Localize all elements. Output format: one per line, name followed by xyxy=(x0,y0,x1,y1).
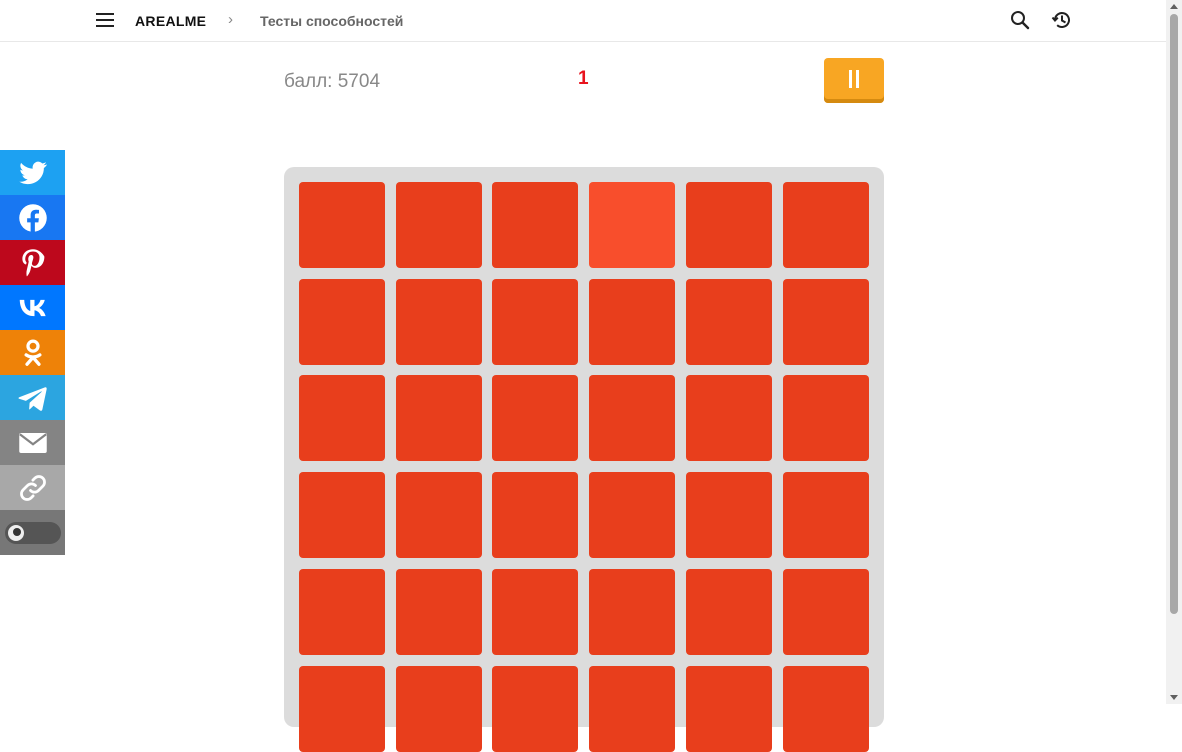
score-text: балл: 5704 xyxy=(284,71,381,92)
twitter-icon xyxy=(18,161,47,184)
color-tile[interactable] xyxy=(492,472,578,558)
moon-icon xyxy=(7,524,24,541)
email-icon xyxy=(18,432,47,453)
breadcrumb[interactable]: Тесты способностей xyxy=(260,13,403,29)
color-tile[interactable] xyxy=(783,472,869,558)
color-tile[interactable] xyxy=(492,666,578,752)
telegram-icon xyxy=(18,386,47,411)
color-tile[interactable] xyxy=(686,182,772,268)
color-tile[interactable] xyxy=(589,569,675,655)
facebook-share-button[interactable] xyxy=(0,195,65,240)
pinterest-share-button[interactable] xyxy=(0,240,65,285)
vk-icon xyxy=(19,299,46,316)
color-tile[interactable] xyxy=(589,472,675,558)
odnoklassniki-icon xyxy=(24,339,41,366)
color-tile[interactable] xyxy=(299,472,385,558)
dark-mode-toggle-button[interactable] xyxy=(0,510,65,555)
color-tile[interactable] xyxy=(299,375,385,461)
color-tile[interactable] xyxy=(686,666,772,752)
color-tile[interactable] xyxy=(783,666,869,752)
telegram-share-button[interactable] xyxy=(0,375,65,420)
history-icon[interactable] xyxy=(1051,9,1073,31)
color-tile[interactable] xyxy=(589,279,675,365)
site-logo[interactable]: AREALME xyxy=(135,13,206,29)
color-tile[interactable] xyxy=(589,666,675,752)
scroll-up-arrow-icon[interactable] xyxy=(1170,4,1178,9)
dark-mode-toggle[interactable] xyxy=(4,521,61,544)
color-tile[interactable] xyxy=(492,375,578,461)
color-tile[interactable] xyxy=(686,375,772,461)
color-tile[interactable] xyxy=(783,375,869,461)
email-share-button[interactable] xyxy=(0,420,65,465)
twitter-share-button[interactable] xyxy=(0,150,65,195)
menu-icon[interactable] xyxy=(96,13,114,27)
facebook-icon xyxy=(18,203,47,233)
pause-icon xyxy=(849,70,852,88)
color-tile[interactable] xyxy=(299,569,385,655)
scroll-thumb[interactable] xyxy=(1170,14,1178,614)
color-tile[interactable] xyxy=(396,279,482,365)
game-board xyxy=(284,167,884,752)
level-number: 1 xyxy=(578,68,589,89)
color-tile[interactable] xyxy=(396,666,482,752)
page-scrollbar[interactable] xyxy=(1166,0,1182,704)
odd-color-tile[interactable] xyxy=(589,182,675,268)
color-tile[interactable] xyxy=(396,375,482,461)
color-tile[interactable] xyxy=(299,182,385,268)
color-tile[interactable] xyxy=(299,279,385,365)
search-icon[interactable] xyxy=(1010,10,1030,30)
color-tile[interactable] xyxy=(686,279,772,365)
color-tile[interactable] xyxy=(492,279,578,365)
scroll-down-arrow-icon[interactable] xyxy=(1170,695,1178,700)
share-sidebar xyxy=(0,150,65,555)
color-tile[interactable] xyxy=(492,182,578,268)
color-tile[interactable] xyxy=(396,472,482,558)
color-tile[interactable] xyxy=(686,472,772,558)
copy-link-button[interactable] xyxy=(0,465,65,510)
color-tile[interactable] xyxy=(783,182,869,268)
color-tile[interactable] xyxy=(492,569,578,655)
color-tile[interactable] xyxy=(686,569,772,655)
chevron-right-icon: › xyxy=(228,11,233,28)
color-tile[interactable] xyxy=(299,666,385,752)
color-tile[interactable] xyxy=(783,569,869,655)
vk-share-button[interactable] xyxy=(0,285,65,330)
top-bar: AREALME › Тесты способностей xyxy=(0,0,1166,42)
color-tile[interactable] xyxy=(589,375,675,461)
color-tile[interactable] xyxy=(783,279,869,365)
link-icon xyxy=(19,474,46,501)
pinterest-icon xyxy=(21,248,44,276)
pause-button[interactable] xyxy=(824,58,884,103)
odnoklassniki-share-button[interactable] xyxy=(0,330,65,375)
color-tile[interactable] xyxy=(396,182,482,268)
color-tile[interactable] xyxy=(396,569,482,655)
